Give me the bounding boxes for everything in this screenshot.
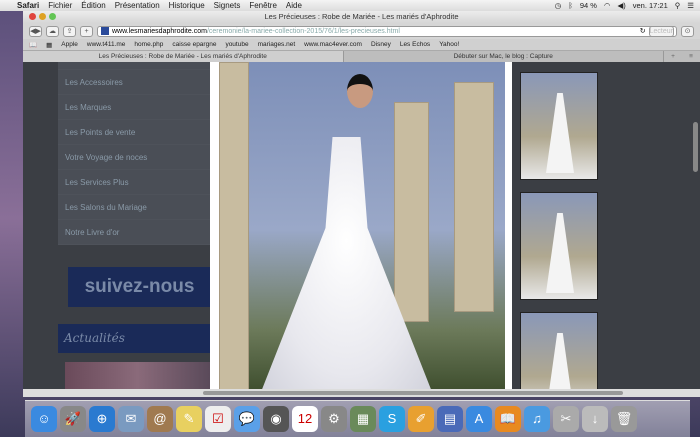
menu-app[interactable]: Safari <box>17 1 39 10</box>
itunes-icon[interactable]: ♫ <box>524 406 550 432</box>
nav-item-accessoires[interactable]: Les Accessoires <box>58 70 210 95</box>
spotlight-icon[interactable]: ⚲ <box>675 1 681 10</box>
favicon-icon <box>101 27 109 35</box>
bookmark-disney[interactable]: Disney <box>371 41 391 48</box>
safari-window: Les Précieuses : Robe de Mariée - Les ma… <box>23 11 700 397</box>
photos-icon[interactable]: ▦ <box>350 406 376 432</box>
launchpad-icon[interactable]: 🚀 <box>60 406 86 432</box>
safari-icon[interactable]: ⊕ <box>89 406 115 432</box>
thumbnail[interactable] <box>520 72 598 180</box>
thumbnail[interactable] <box>520 192 598 300</box>
keynote-icon[interactable]: ▤ <box>437 406 463 432</box>
dress-photo <box>219 62 505 397</box>
downloads-icon[interactable]: ↓ <box>582 406 608 432</box>
nav-item-points-de-vente[interactable]: Les Points de vente <box>58 120 210 145</box>
url-domain: www.lesmariesdaphrodite.com <box>112 27 207 35</box>
zoom-button[interactable] <box>49 13 56 20</box>
menu-fenetre[interactable]: Fenêtre <box>249 1 277 10</box>
system-preferences-icon[interactable]: ⚙ <box>321 406 347 432</box>
bookmark-caisse-epargne[interactable]: caisse epargne <box>172 41 216 48</box>
close-button[interactable] <box>29 13 36 20</box>
battery-status[interactable]: 94 % <box>580 1 597 10</box>
bookmark-mariages[interactable]: mariages.net <box>258 41 296 48</box>
nav-item-marques[interactable]: Les Marques <box>58 95 210 120</box>
minimize-button[interactable] <box>39 13 46 20</box>
skype-icon[interactable]: S <box>379 406 405 432</box>
menu-presentation[interactable]: Présentation <box>115 1 160 10</box>
reader-button[interactable]: Lecteur <box>648 25 674 37</box>
bookmark-home[interactable]: home.php <box>134 41 163 48</box>
contacts-icon[interactable]: @ <box>147 406 173 432</box>
toolbar: ◀▶ ☁ ⇪ + www.lesmariesdaphrodite.com/cer… <box>23 23 700 39</box>
menu-signets[interactable]: Signets <box>214 1 241 10</box>
reading-list-icon[interactable]: 📖 <box>29 41 37 49</box>
top-sites-icon[interactable]: ▦ <box>46 41 52 49</box>
menu-fichier[interactable]: Fichier <box>48 1 72 10</box>
nav-item-livre-dor[interactable]: Notre Livre d'or <box>58 220 210 245</box>
bookmark-t411[interactable]: www.t411.me <box>87 41 126 48</box>
pages-icon[interactable]: ✐ <box>408 406 434 432</box>
calendar-icon[interactable]: 12 <box>292 406 318 432</box>
horizontal-scrollbar[interactable] <box>23 389 700 397</box>
finder-icon[interactable]: ☺ <box>31 406 57 432</box>
dock: ☺ 🚀 ⊕ ✉ @ ✎ ☑ 💬 ◉ 12 ⚙ ▦ S ✐ ▤ A 📖 ♫ ✂ ↓ 🗑 <box>25 400 690 437</box>
menu-aide[interactable]: Aide <box>286 1 302 10</box>
ibooks-icon[interactable]: 📖 <box>495 406 521 432</box>
menu-edition[interactable]: Édition <box>81 1 105 10</box>
reminders-icon[interactable]: ☑ <box>205 406 231 432</box>
nav-item-services-plus[interactable]: Les Services Plus <box>58 170 210 195</box>
site-nav: Les Accessoires Les Marques Les Points d… <box>58 62 210 245</box>
icloud-tabs-button[interactable]: ☁ <box>46 25 59 37</box>
menu-historique[interactable]: Historique <box>169 1 205 10</box>
nav-item-salons-du-mariage[interactable]: Les Salons du Mariage <box>58 195 210 220</box>
bookmark-apple[interactable]: Apple <box>61 41 78 48</box>
back-button[interactable]: ◀▶ <box>29 25 42 37</box>
time-machine-icon[interactable]: ◷ <box>555 1 562 10</box>
address-bar[interactable]: www.lesmariesdaphrodite.com/ceremonie/la… <box>97 25 677 37</box>
downloads-button[interactable]: ⊙ <box>681 25 694 37</box>
facetime-icon[interactable]: ◉ <box>263 406 289 432</box>
add-button[interactable]: + <box>80 25 93 37</box>
bookmark-youtube[interactable]: youtube <box>225 41 248 48</box>
mail-icon[interactable]: ✉ <box>118 406 144 432</box>
lightbox <box>210 62 512 397</box>
trash-icon[interactable]: 🗑 <box>611 406 637 432</box>
bookmark-yahoo[interactable]: Yahoo! <box>439 41 459 48</box>
menu-bar: Safari Fichier Édition Présentation Hist… <box>0 0 700 11</box>
wifi-icon[interactable]: ◠ <box>604 1 611 10</box>
reload-icon[interactable]: ↻ <box>640 27 646 35</box>
bookmark-les-echos[interactable]: Les Echos <box>400 41 430 48</box>
follow-us-banner[interactable]: suivez-nous <box>68 267 211 307</box>
app-store-icon[interactable]: A <box>466 406 492 432</box>
bookmark-mac4ever[interactable]: www.mac4ever.com <box>304 41 362 48</box>
volume-icon[interactable]: ◀) <box>617 1 625 10</box>
url-path: /ceremonie/la-mariee-collection-2015/76/… <box>206 27 400 35</box>
bookmarks-bar: 📖 ▦ Apple www.t411.me home.php caisse ep… <box>23 39 700 51</box>
notes-icon[interactable]: ✎ <box>176 406 202 432</box>
thumbnail[interactable] <box>520 312 598 397</box>
window-title: Les Précieuses : Robe de Mariée - Les ma… <box>264 12 459 21</box>
vertical-scrollbar[interactable] <box>693 122 698 172</box>
share-button[interactable]: ⇪ <box>63 25 76 37</box>
title-bar: Les Précieuses : Robe de Mariée - Les ma… <box>23 11 700 23</box>
preview-icon[interactable]: ✂ <box>553 406 579 432</box>
bluetooth-icon[interactable]: ᛒ <box>568 1 573 10</box>
nav-item-voyage-de-noces[interactable]: Votre Voyage de noces <box>58 145 210 170</box>
news-heading: Actualités <box>58 324 210 353</box>
page-content: Les Accessoires Les Marques Les Points d… <box>23 62 700 397</box>
nav-item-partial <box>58 62 210 70</box>
thumbnail-strip <box>520 72 598 397</box>
clock[interactable]: ven. 17:21 <box>633 1 668 10</box>
messages-icon[interactable]: 💬 <box>234 406 260 432</box>
notification-center-icon[interactable]: ☰ <box>687 1 694 10</box>
